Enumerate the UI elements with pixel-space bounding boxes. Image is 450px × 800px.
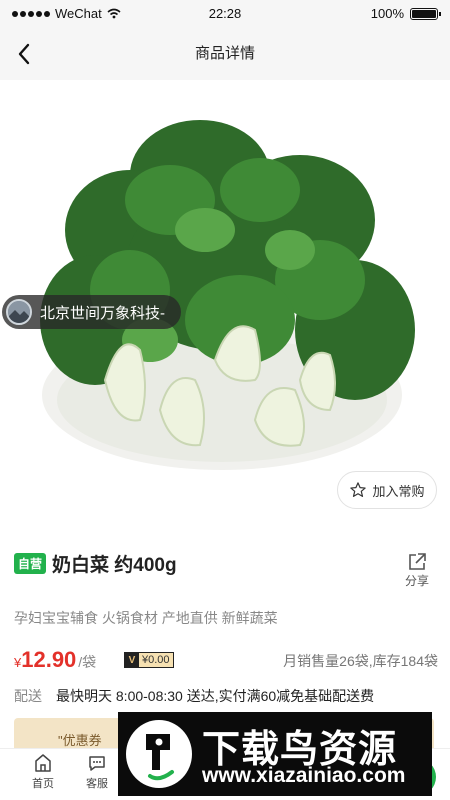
price: ¥12.90/袋	[14, 647, 96, 673]
landscape-icon	[8, 301, 30, 323]
tab-home[interactable]: 首页	[18, 753, 68, 791]
watermark-logo	[126, 720, 192, 788]
store-name: 北京世间万象科技-	[40, 304, 165, 322]
share-label: 分享	[404, 574, 429, 588]
add-to-favorites-button[interactable]: 加入常购	[337, 471, 437, 509]
vip-icon: V	[125, 653, 139, 667]
product-subtitle: 孕妇宝宝辅食 火锅食材 产地直供 新鲜蔬菜	[14, 610, 278, 626]
tab-service-label: 客服	[86, 778, 108, 790]
status-right: 100%	[370, 6, 441, 21]
page-title: 商品详情	[194, 45, 255, 62]
coupon-text: "优惠券	[58, 733, 102, 748]
tab-home-label: 首页	[32, 778, 54, 790]
watermark-url: www.xiazainiao.com	[202, 764, 406, 787]
price-row: ¥12.90/袋 V ¥0.00 月销售量26袋,库存184袋	[14, 645, 438, 675]
battery-icon	[410, 7, 441, 20]
star-icon	[350, 482, 367, 497]
status-bar: WeChat 22:28 100%	[0, 0, 450, 28]
vip-price-badge: V ¥0.00	[124, 652, 174, 668]
product-image-area[interactable]: 北京世间万象科技-	[0, 80, 450, 520]
store-avatar	[6, 299, 32, 325]
sales-stock: 月销售量26袋,库存184袋	[283, 653, 438, 669]
share-icon	[409, 553, 426, 570]
chat-icon	[89, 756, 105, 771]
battery-percent: 100%	[370, 6, 404, 21]
vip-price: ¥0.00	[139, 653, 173, 667]
tab-service[interactable]: 客服	[72, 753, 122, 791]
product-name: 奶白菜 约400g	[52, 555, 177, 576]
delivery-label: 配送	[14, 688, 42, 704]
add-to-favorites-label: 加入常购	[372, 483, 425, 499]
share-button[interactable]: 分享	[400, 552, 434, 589]
price-unit: /袋	[78, 654, 97, 670]
bird-logo-icon	[146, 734, 174, 781]
nav-bar: 商品详情	[0, 28, 450, 80]
price-value: 12.90	[21, 647, 77, 672]
home-icon	[35, 754, 51, 772]
self-operated-badge: 自营	[14, 553, 47, 574]
delivery-row: 配送 最快明天 8:00-08:30 送达,实付满60减免基础配送费	[14, 686, 374, 706]
watermark-banner: 下载鸟资源 www.xiazainiao.com	[118, 712, 432, 796]
delivery-text: 最快明天 8:00-08:30 送达,实付满60减免基础配送费	[56, 688, 375, 704]
store-badge[interactable]: 北京世间万象科技-	[2, 295, 181, 329]
product-title-row: 自营 奶白菜 约400g	[14, 550, 177, 577]
